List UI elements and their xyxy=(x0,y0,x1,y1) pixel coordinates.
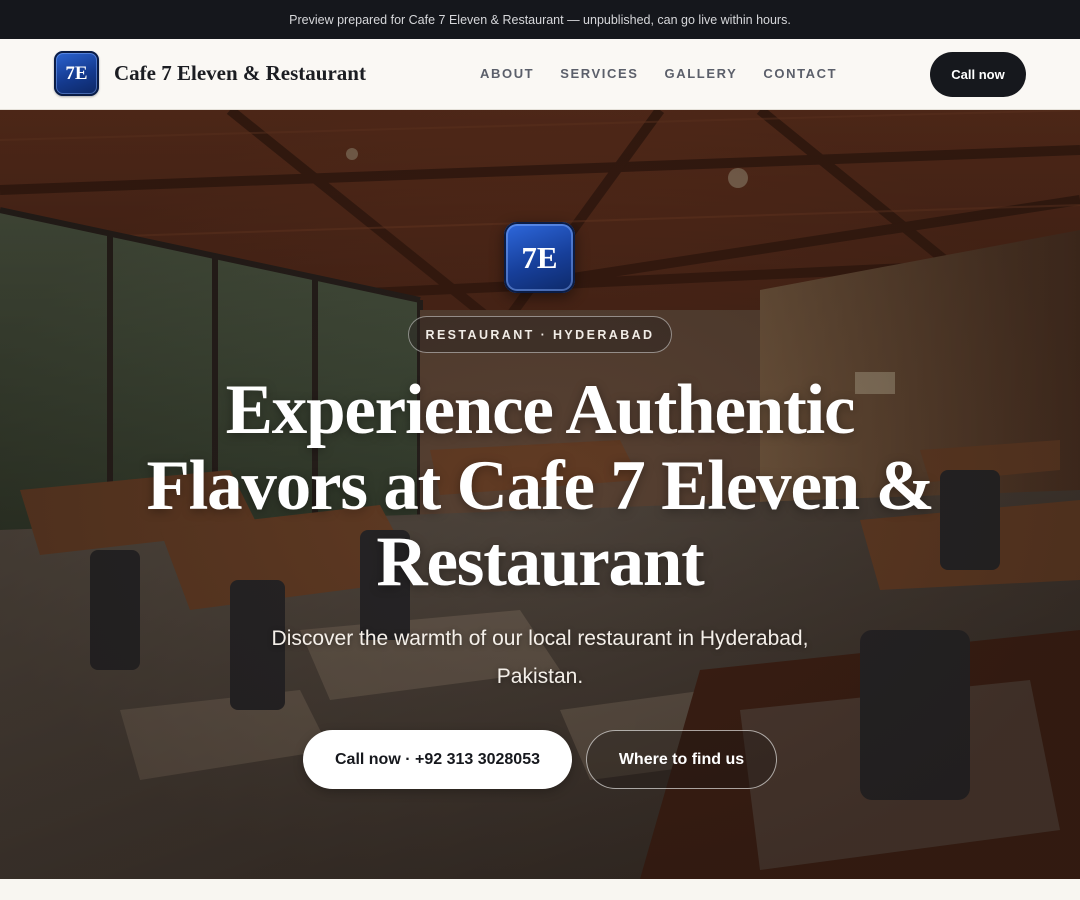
nav-link-contact[interactable]: CONTACT xyxy=(763,66,837,81)
preview-banner-text: Preview prepared for Cafe 7 Eleven & Res… xyxy=(289,12,791,27)
nav-link-services[interactable]: SERVICES xyxy=(560,66,638,81)
hero-logo-text: 7E xyxy=(521,239,558,275)
main-nav: ABOUT SERVICES GALLERY CONTACT xyxy=(480,66,863,81)
nav-link-about[interactable]: ABOUT xyxy=(480,66,534,81)
next-section-edge xyxy=(0,879,1080,900)
location-badge: RESTAURANT · HYDERABAD xyxy=(408,316,672,353)
brand-logo-icon: 7E xyxy=(54,51,99,96)
nav-link-gallery[interactable]: GALLERY xyxy=(665,66,738,81)
header-call-button[interactable]: Call now xyxy=(930,52,1026,97)
hero-headline: Experience Authentic Flavors at Cafe 7 E… xyxy=(146,371,934,601)
brand-logo-text: 7E xyxy=(65,62,88,84)
where-to-find-us-button[interactable]: Where to find us xyxy=(586,730,777,789)
brand[interactable]: 7E Cafe 7 Eleven & Restaurant xyxy=(54,51,366,96)
hero-subtitle: Discover the warmth of our local restaur… xyxy=(271,627,809,688)
hero-logo-icon: 7E xyxy=(504,222,575,293)
hero-call-button[interactable]: Call now · +92 313 3028053 xyxy=(303,730,572,789)
preview-banner: Preview prepared for Cafe 7 Eleven & Res… xyxy=(0,0,1080,39)
site-header: 7E Cafe 7 Eleven & Restaurant ABOUT SERV… xyxy=(0,39,1080,110)
brand-name: Cafe 7 Eleven & Restaurant xyxy=(114,61,366,85)
hero-section: 7E RESTAURANT · HYDERABAD Experience Aut… xyxy=(0,110,1080,879)
